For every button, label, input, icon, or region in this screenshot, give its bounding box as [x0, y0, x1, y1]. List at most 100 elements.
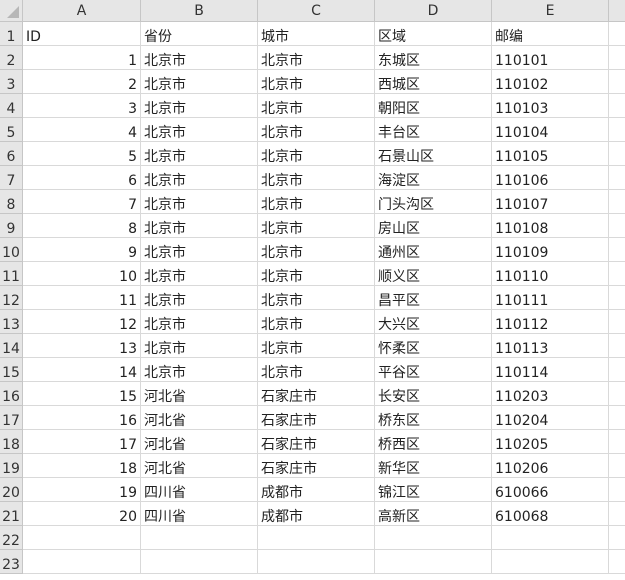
row-header-23[interactable]: 23: [0, 550, 23, 574]
cell-b14[interactable]: 北京市: [141, 334, 258, 358]
cell-d12[interactable]: 昌平区: [375, 286, 492, 310]
cell-c1[interactable]: 城市: [258, 22, 375, 46]
cell-partial-11[interactable]: [609, 262, 625, 286]
cell-partial-17[interactable]: [609, 406, 625, 430]
row-header-8[interactable]: 8: [0, 190, 23, 214]
cell-c4[interactable]: 北京市: [258, 94, 375, 118]
cell-c7[interactable]: 北京市: [258, 166, 375, 190]
cell-partial-3[interactable]: [609, 70, 625, 94]
cell-e10[interactable]: 110109: [492, 238, 609, 262]
cell-a1[interactable]: ID: [23, 22, 141, 46]
row-header-14[interactable]: 14: [0, 334, 23, 358]
row-header-5[interactable]: 5: [0, 118, 23, 142]
row-header-18[interactable]: 18: [0, 430, 23, 454]
cell-c21[interactable]: 成都市: [258, 502, 375, 526]
cell-partial-13[interactable]: [609, 310, 625, 334]
cell-e12[interactable]: 110111: [492, 286, 609, 310]
cell-c10[interactable]: 北京市: [258, 238, 375, 262]
cell-e13[interactable]: 110112: [492, 310, 609, 334]
row-header-12[interactable]: 12: [0, 286, 23, 310]
cell-e2[interactable]: 110101: [492, 46, 609, 70]
cell-e7[interactable]: 110106: [492, 166, 609, 190]
cell-b11[interactable]: 北京市: [141, 262, 258, 286]
cell-b4[interactable]: 北京市: [141, 94, 258, 118]
row-header-11[interactable]: 11: [0, 262, 23, 286]
cell-d6[interactable]: 石景山区: [375, 142, 492, 166]
row-header-6[interactable]: 6: [0, 142, 23, 166]
cell-e9[interactable]: 110108: [492, 214, 609, 238]
cell-e16[interactable]: 110203: [492, 382, 609, 406]
cell-b12[interactable]: 北京市: [141, 286, 258, 310]
row-header-2[interactable]: 2: [0, 46, 23, 70]
cell-c15[interactable]: 北京市: [258, 358, 375, 382]
cell-d2[interactable]: 东城区: [375, 46, 492, 70]
cell-d10[interactable]: 通州区: [375, 238, 492, 262]
cell-e11[interactable]: 110110: [492, 262, 609, 286]
cell-b1[interactable]: 省份: [141, 22, 258, 46]
column-header-partial[interactable]: [609, 0, 625, 22]
row-header-4[interactable]: 4: [0, 94, 23, 118]
cell-e21[interactable]: 610068: [492, 502, 609, 526]
row-header-16[interactable]: 16: [0, 382, 23, 406]
cell-e14[interactable]: 110113: [492, 334, 609, 358]
cell-c16[interactable]: 石家庄市: [258, 382, 375, 406]
cell-partial-14[interactable]: [609, 334, 625, 358]
cell-a6[interactable]: 5: [23, 142, 141, 166]
row-header-17[interactable]: 17: [0, 406, 23, 430]
cell-partial-2[interactable]: [609, 46, 625, 70]
cell-partial-18[interactable]: [609, 430, 625, 454]
cell-b15[interactable]: 北京市: [141, 358, 258, 382]
cell-d11[interactable]: 顺义区: [375, 262, 492, 286]
cell-c8[interactable]: 北京市: [258, 190, 375, 214]
cell-b20[interactable]: 四川省: [141, 478, 258, 502]
cell-partial-10[interactable]: [609, 238, 625, 262]
cell-a18[interactable]: 17: [23, 430, 141, 454]
cell-a19[interactable]: 18: [23, 454, 141, 478]
cell-a13[interactable]: 12: [23, 310, 141, 334]
cell-partial-22[interactable]: [609, 526, 625, 550]
row-header-21[interactable]: 21: [0, 502, 23, 526]
cell-d4[interactable]: 朝阳区: [375, 94, 492, 118]
cell-b17[interactable]: 河北省: [141, 406, 258, 430]
select-all-button[interactable]: [0, 0, 23, 22]
cell-d14[interactable]: 怀柔区: [375, 334, 492, 358]
row-header-9[interactable]: 9: [0, 214, 23, 238]
cell-e5[interactable]: 110104: [492, 118, 609, 142]
cell-a22[interactable]: [23, 526, 141, 550]
cell-b7[interactable]: 北京市: [141, 166, 258, 190]
cell-partial-1[interactable]: [609, 22, 625, 46]
cell-e6[interactable]: 110105: [492, 142, 609, 166]
cell-b10[interactable]: 北京市: [141, 238, 258, 262]
cell-e23[interactable]: [492, 550, 609, 574]
cell-d7[interactable]: 海淀区: [375, 166, 492, 190]
cell-partial-12[interactable]: [609, 286, 625, 310]
cell-a5[interactable]: 4: [23, 118, 141, 142]
cell-e15[interactable]: 110114: [492, 358, 609, 382]
cell-b18[interactable]: 河北省: [141, 430, 258, 454]
row-header-7[interactable]: 7: [0, 166, 23, 190]
cell-b23[interactable]: [141, 550, 258, 574]
row-header-3[interactable]: 3: [0, 70, 23, 94]
cell-e8[interactable]: 110107: [492, 190, 609, 214]
cell-e1[interactable]: 邮编: [492, 22, 609, 46]
cell-a11[interactable]: 10: [23, 262, 141, 286]
cell-d8[interactable]: 门头沟区: [375, 190, 492, 214]
cell-partial-20[interactable]: [609, 478, 625, 502]
cell-e4[interactable]: 110103: [492, 94, 609, 118]
cell-a17[interactable]: 16: [23, 406, 141, 430]
cell-e17[interactable]: 110204: [492, 406, 609, 430]
cell-partial-5[interactable]: [609, 118, 625, 142]
row-header-10[interactable]: 10: [0, 238, 23, 262]
cell-b19[interactable]: 河北省: [141, 454, 258, 478]
column-header-c[interactable]: C: [258, 0, 375, 22]
cell-d23[interactable]: [375, 550, 492, 574]
cell-d15[interactable]: 平谷区: [375, 358, 492, 382]
cell-d16[interactable]: 长安区: [375, 382, 492, 406]
cell-a2[interactable]: 1: [23, 46, 141, 70]
cell-c9[interactable]: 北京市: [258, 214, 375, 238]
cell-a9[interactable]: 8: [23, 214, 141, 238]
cell-partial-4[interactable]: [609, 94, 625, 118]
column-header-a[interactable]: A: [23, 0, 141, 22]
cell-d5[interactable]: 丰台区: [375, 118, 492, 142]
cell-c22[interactable]: [258, 526, 375, 550]
